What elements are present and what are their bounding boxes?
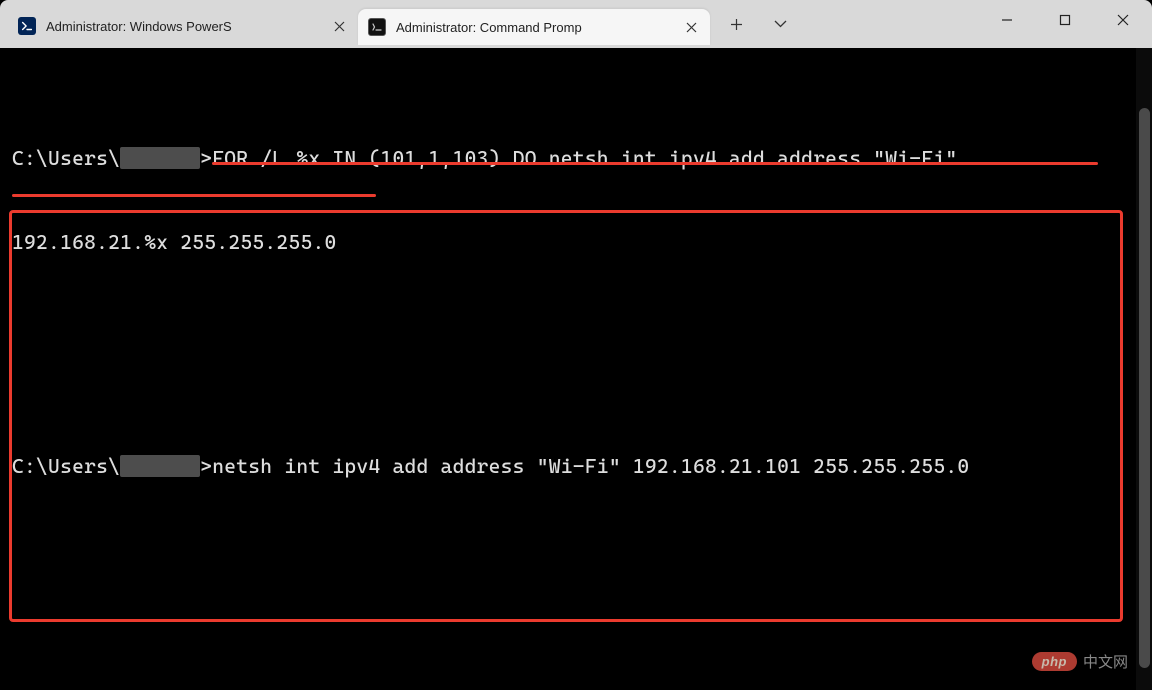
new-tab-button[interactable] <box>716 8 756 40</box>
redacted-username <box>120 455 200 477</box>
annotation-underline <box>12 194 376 197</box>
close-icon[interactable] <box>682 18 700 36</box>
window-controls <box>978 0 1152 48</box>
scrollbar-thumb[interactable] <box>1139 108 1150 668</box>
command-line: C:\Users\>FOR /L %x IN (101,1,103) DO ne… <box>0 144 1152 172</box>
tab-label: Administrator: Windows PowerS <box>46 19 320 34</box>
cmd-icon <box>368 18 386 36</box>
tab-bar: Administrator: Windows PowerS Administra… <box>0 0 1152 48</box>
tab-label: Administrator: Command Promp <box>396 20 672 35</box>
tab-actions <box>716 8 800 40</box>
annotation-underline <box>212 162 1098 165</box>
terminal-output[interactable]: C:\Users\>FOR /L %x IN (101,1,103) DO ne… <box>0 48 1152 690</box>
command-line-cont: 192.168.21.%x 255.255.255.0 <box>0 228 1152 256</box>
tab-powershell[interactable]: Administrator: Windows PowerS <box>8 8 358 44</box>
echo-line: C:\Users\>netsh int ipv4 add address "Wi… <box>0 452 1152 480</box>
maximize-button[interactable] <box>1036 0 1094 40</box>
close-window-button[interactable] <box>1094 0 1152 40</box>
redacted-username <box>120 147 200 169</box>
powershell-icon <box>18 17 36 35</box>
minimize-button[interactable] <box>978 0 1036 40</box>
watermark-badge: php <box>1032 652 1077 671</box>
tab-command-prompt[interactable]: Administrator: Command Promp <box>358 9 710 45</box>
watermark: php 中文网 <box>1032 651 1128 672</box>
tab-dropdown-button[interactable] <box>760 8 800 40</box>
watermark-text: 中文网 <box>1083 651 1128 672</box>
close-icon[interactable] <box>330 17 348 35</box>
scrollbar-track[interactable] <box>1136 48 1152 690</box>
